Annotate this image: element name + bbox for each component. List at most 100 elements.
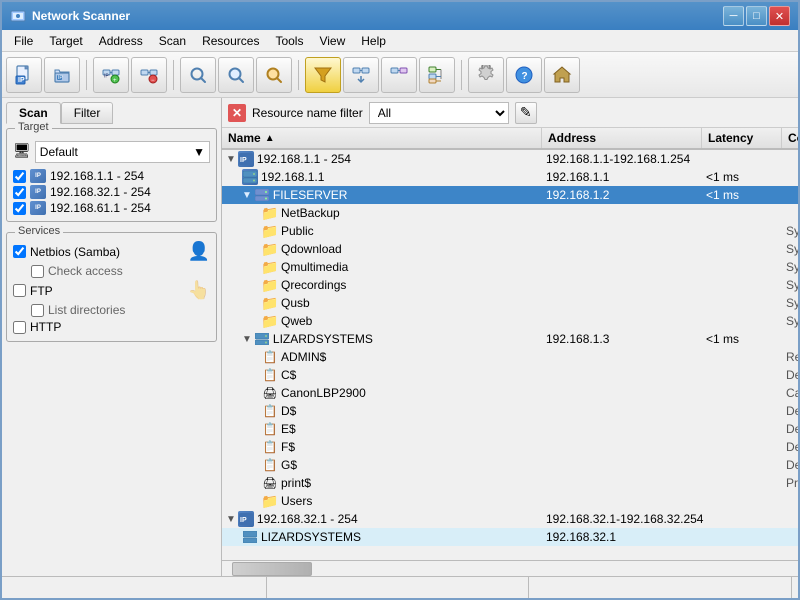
target-checkbox-0[interactable] [13, 170, 26, 183]
ftp-checkbox[interactable] [13, 284, 26, 297]
share-icon-c: 📋 [262, 367, 278, 383]
menu-item-file[interactable]: File [6, 32, 41, 50]
menu-item-target[interactable]: Target [41, 32, 90, 50]
row-latency-netbackup [702, 212, 782, 214]
export2-button[interactable] [381, 57, 417, 93]
minimize-button[interactable]: ─ [723, 6, 744, 26]
netbios-checkbox[interactable] [13, 245, 26, 258]
table-row[interactable]: 📋 E$ Default share [222, 420, 798, 438]
window-controls: ─ □ ✕ [723, 6, 790, 26]
row-name-qmultimedia: 📁 Qmultimedia [222, 258, 542, 276]
col-header-name[interactable]: Name ▲ [222, 128, 542, 148]
filter-close-button[interactable]: ✕ [228, 104, 246, 122]
row-comment-prints: Printer Drivers [782, 475, 798, 491]
table-row[interactable]: 📋 G$ Default share [222, 456, 798, 474]
hscroll-thumb[interactable] [232, 562, 312, 576]
disconnect-button[interactable]: − [131, 57, 167, 93]
horizontal-scrollbar[interactable] [222, 560, 798, 576]
search2-button[interactable] [218, 57, 254, 93]
settings-button[interactable] [468, 57, 504, 93]
services-content: Netbios (Samba) 👤 Check access FTP [13, 237, 210, 334]
target-group-content: 🖥 Default ▼ IP 192.168.1.1 - 254 IP [13, 133, 210, 215]
dropdown-arrow-icon: ▼ [193, 145, 205, 159]
new-button[interactable]: IP [6, 57, 42, 93]
filter-edit-button[interactable]: ✎ [515, 102, 537, 124]
filter-button[interactable] [305, 57, 341, 93]
col-header-comment[interactable]: Comment [782, 128, 798, 148]
table-row[interactable]: 🖨 print$ Printer Drivers [222, 474, 798, 492]
svg-text:+: + [113, 78, 117, 84]
table-row[interactable]: 📁 Qweb System default share [222, 312, 798, 330]
table-row[interactable]: ▼ IP 192.168.32.1 - 254 192.168.32.1-192… [222, 510, 798, 528]
col-header-latency[interactable]: Latency [702, 128, 782, 148]
toolbar-sep2 [173, 60, 174, 90]
svg-text:IP: IP [18, 77, 25, 84]
status-section-1 [8, 577, 267, 598]
http-label: HTTP [30, 320, 61, 334]
target-checkbox-2[interactable] [13, 202, 26, 215]
menu-item-address[interactable]: Address [91, 32, 151, 50]
table-row[interactable]: 📁 NetBackup [222, 204, 798, 222]
row-comment-qweb: System default share [782, 313, 798, 329]
target-dropdown[interactable]: Default ▼ [35, 141, 210, 163]
menu-item-view[interactable]: View [311, 32, 353, 50]
expand-icon-fileserver[interactable]: ▼ [242, 190, 252, 201]
share-icon-d: 📋 [262, 403, 278, 419]
table-row[interactable]: LIZARDSYSTEMS 192.168.32.1 [222, 528, 798, 546]
table-row[interactable]: ▼ IP 192.168.1.1 - 254 192.168.1.1-192.1… [222, 150, 798, 168]
share-icon-e: 📋 [262, 421, 278, 437]
target-checkbox-1[interactable] [13, 186, 26, 199]
close-button[interactable]: ✕ [769, 6, 790, 26]
table-row[interactable]: 📁 Public System default share [222, 222, 798, 240]
find-button[interactable] [256, 57, 292, 93]
table-row[interactable]: 📁 Qdownload System default share [222, 240, 798, 258]
table-row[interactable]: ▼ FILESERVER [222, 186, 798, 204]
row-name-canon: 🖨 CanonLBP2900 [222, 384, 542, 402]
filter-dropdown[interactable]: All [369, 102, 509, 124]
help-button[interactable]: ? [506, 57, 542, 93]
table-row[interactable]: 📁 Qusb System default share [222, 294, 798, 312]
search-button[interactable] [180, 57, 216, 93]
row-name-e: 📋 E$ [222, 420, 542, 438]
table-row[interactable]: ▼ LIZARDSYSTEMS [222, 330, 798, 348]
list-dirs-checkbox[interactable] [31, 304, 44, 317]
table-row[interactable]: 📋 ADMIN$ Remote Admin [222, 348, 798, 366]
svg-text:IP: IP [58, 75, 63, 81]
filter-label: Resource name filter [252, 106, 363, 120]
window-title: Network Scanner [32, 9, 723, 23]
ftp-row: FTP 👆 [13, 280, 210, 301]
row-comment-host1 [782, 176, 798, 178]
http-checkbox[interactable] [13, 321, 26, 334]
row-name-lizard: ▼ LIZARDSYSTEMS [222, 330, 542, 348]
resolve-button[interactable] [419, 57, 455, 93]
connect-button[interactable]: IP + [93, 57, 129, 93]
table-row[interactable]: 🖨 CanonLBP2900 Canon LBP2900 [222, 384, 798, 402]
check-access-checkbox[interactable] [31, 265, 44, 278]
maximize-button[interactable]: □ [746, 6, 767, 26]
table-row[interactable]: 192.168.1.1 192.168.1.1 <1 ms [222, 168, 798, 186]
open-button[interactable]: IP [44, 57, 80, 93]
toolbar: IP IP IP + [2, 52, 798, 98]
table-row[interactable]: 📋 D$ Default share [222, 402, 798, 420]
table-row[interactable]: 📋 F$ Default share [222, 438, 798, 456]
menu-item-tools[interactable]: Tools [267, 32, 311, 50]
expand-icon-range1[interactable]: ▼ [226, 154, 236, 165]
folder-icon-qusb: 📁 [262, 295, 278, 311]
col-header-address[interactable]: Address [542, 128, 702, 148]
menu-item-scan[interactable]: Scan [151, 32, 194, 50]
results-body[interactable]: ▼ IP 192.168.1.1 - 254 192.168.1.1-192.1… [222, 150, 798, 560]
menu-item-help[interactable]: Help [353, 32, 394, 50]
results-body-inner: ▼ IP 192.168.1.1 - 254 192.168.1.1-192.1… [222, 150, 798, 546]
expand-icon-range2[interactable]: ▼ [226, 514, 236, 525]
table-row[interactable]: 📁 Qrecordings System default share [222, 276, 798, 294]
menu-item-resources[interactable]: Resources [194, 32, 267, 50]
table-row[interactable]: 📁 Qmultimedia System default share [222, 258, 798, 276]
expand-icon-lizard[interactable]: ▼ [242, 334, 252, 345]
table-row[interactable]: 📋 C$ Default share [222, 366, 798, 384]
row-comment-canon: Canon LBP2900 [782, 385, 798, 401]
table-row[interactable]: 📁 Users [222, 492, 798, 510]
export1-button[interactable] [343, 57, 379, 93]
tab-filter[interactable]: Filter [61, 102, 114, 124]
home-button[interactable] [544, 57, 580, 93]
svg-text:?: ? [522, 71, 528, 82]
